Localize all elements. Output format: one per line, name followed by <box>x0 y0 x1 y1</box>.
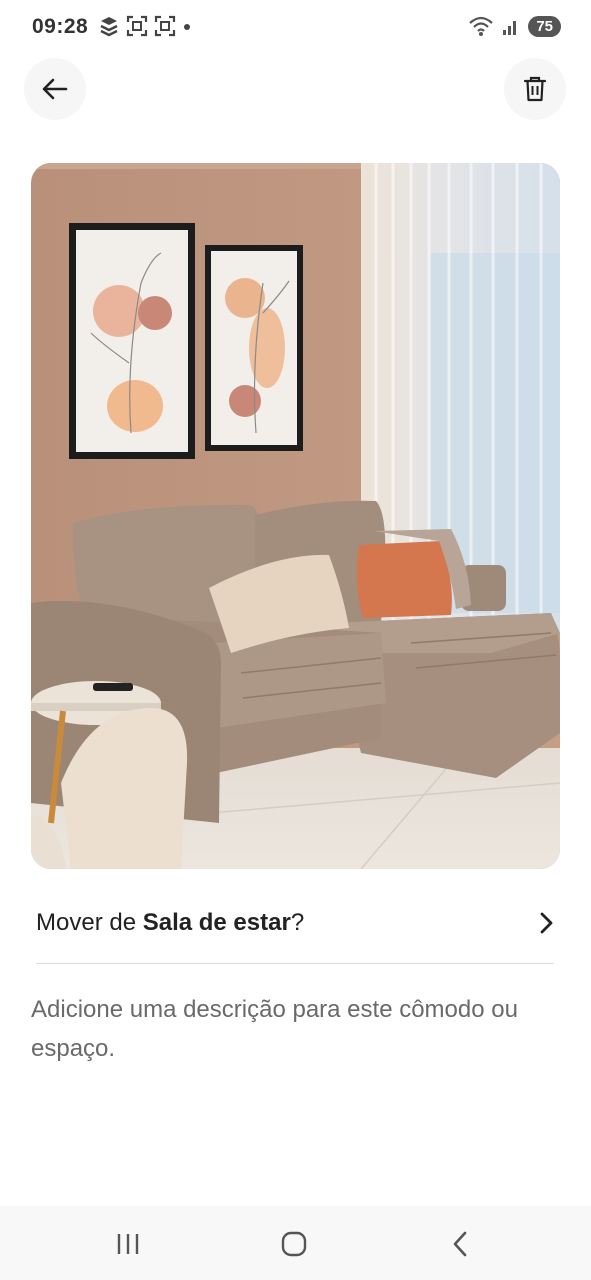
recent-apps-icon <box>117 1234 139 1254</box>
system-nav-bar <box>0 1206 591 1280</box>
screenshot-icon <box>126 15 148 37</box>
status-icons-left <box>98 15 192 37</box>
app-notification-icon <box>100 17 118 37</box>
battery-indicator: 75 <box>528 15 561 37</box>
arrow-left-icon <box>42 78 68 100</box>
move-room-text: Mover de Sala de estar? <box>36 909 304 937</box>
home-button[interactable] <box>274 1226 314 1262</box>
screenshot-icon <box>154 15 176 37</box>
description-input[interactable]: Adicione uma descrição para este cômodo … <box>31 990 561 1068</box>
status-bar: 09:28 75 <box>0 0 591 56</box>
move-prefix: Mover de <box>36 909 143 936</box>
recent-apps-button[interactable] <box>108 1226 148 1262</box>
delete-button[interactable] <box>504 58 566 120</box>
room-photo[interactable] <box>31 163 560 869</box>
dot-icon <box>184 24 190 30</box>
trash-icon <box>524 76 546 102</box>
signal-icon <box>503 21 517 35</box>
status-icons-right: 75 <box>468 15 561 37</box>
back-button[interactable] <box>24 58 86 120</box>
living-room-photo <box>31 163 560 869</box>
wifi-icon <box>469 16 494 36</box>
chevron-right-icon <box>540 912 553 934</box>
divider <box>36 963 554 964</box>
system-back-button[interactable] <box>440 1226 480 1262</box>
move-room-row[interactable]: Mover de Sala de estar? <box>36 896 554 950</box>
back-icon <box>453 1231 467 1257</box>
move-room-name: Sala de estar <box>142 909 291 936</box>
home-icon <box>281 1231 307 1257</box>
move-suffix: ? <box>290 909 305 936</box>
status-time: 09:28 <box>32 15 89 38</box>
